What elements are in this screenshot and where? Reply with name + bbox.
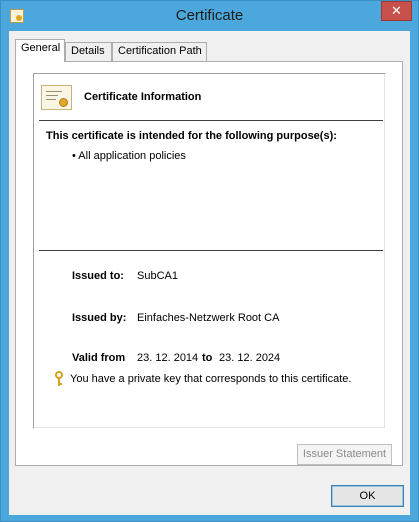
valid-from-label: Valid from [72,352,126,364]
valid-to-value: 23. 12. 2024 [219,352,281,364]
tab-general[interactable]: General [15,39,65,62]
private-key-note: You have a private key that corresponds … [70,373,352,385]
purpose-list-item: • All application policies [72,150,186,162]
certificate-information-box: Certificate Information This certificate… [33,73,386,429]
issued-to-value: SubCA1 [137,270,178,282]
close-button[interactable]: ✕ [381,1,412,21]
tab-certification-path[interactable]: Certification Path [112,42,207,61]
issued-by-label: Issued by: [72,312,127,324]
issuer-statement-button[interactable]: Issuer Statement [297,444,392,465]
middle-divider [39,250,383,251]
purpose-heading: This certificate is intended for the fol… [46,130,337,142]
issued-by-value: Einfaches-Netzwerk Root CA [137,312,280,324]
issued-to-label: Issued to: [72,270,124,282]
valid-from-value: 23. 12. 2014 [137,352,199,364]
ok-button[interactable]: OK [331,485,404,507]
certificate-information-title: Certificate Information [84,91,202,103]
window-title: Certificate [175,7,244,24]
top-divider [39,120,383,121]
tab-details[interactable]: Details [65,42,112,61]
dialog-client-area: General Details Certification Path Certi… [9,31,410,515]
title-bar[interactable]: Certificate ✕ [1,1,418,31]
general-tab-panel: Certificate Information This certificate… [15,61,403,466]
certificate-dialog: Certificate ✕ General Details Certificat… [0,0,419,522]
key-icon [54,371,64,387]
certificate-icon [41,85,72,110]
valid-to-label: to [202,352,213,364]
